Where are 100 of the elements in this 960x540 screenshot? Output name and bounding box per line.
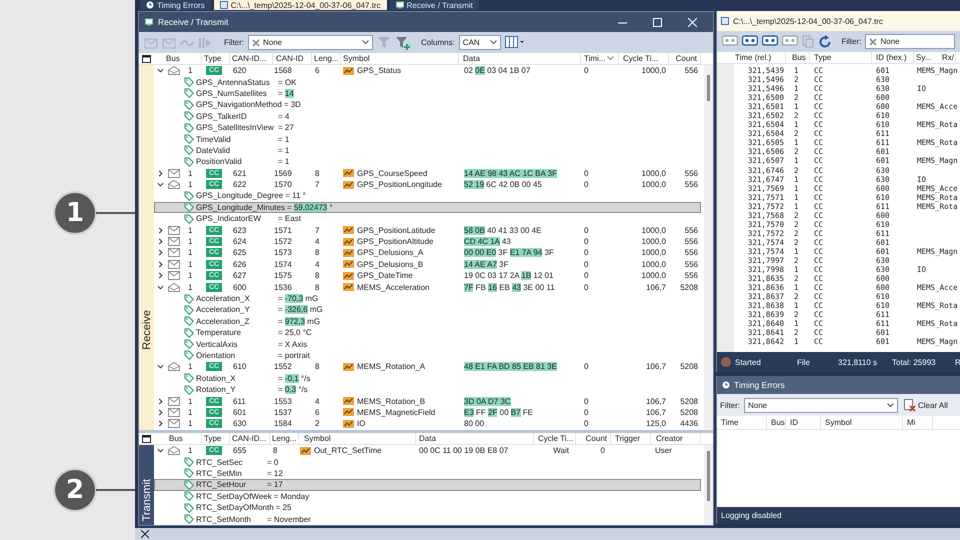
signal-row[interactable]: GPS_IndicatorEW = East — [154, 213, 701, 224]
document-tab[interactable]: C:\...\_temp\2025-12-04_00-37-06_047.trc — [214, 0, 387, 10]
column-header[interactable]: Count — [576, 433, 611, 444]
column-chooser-icon[interactable] — [142, 434, 151, 442]
signal-row[interactable]: GPS_Longitude_Degree = 11 ° — [154, 190, 701, 202]
chevron-icon[interactable] — [157, 238, 164, 246]
scrollbar[interactable] — [704, 65, 713, 430]
chevron-icon[interactable] — [157, 181, 164, 188]
refresh-icon[interactable] — [818, 34, 832, 48]
signal-row[interactable]: PositionValid = 1 — [154, 156, 701, 168]
signal-row[interactable]: Rotation_Y = 0,3 °/s — [154, 384, 701, 396]
close-icon[interactable] — [141, 530, 149, 538]
filter-dropdown[interactable]: None — [865, 34, 955, 49]
tag-icon — [184, 145, 194, 156]
table-cell-text: 1553 — [273, 396, 293, 406]
document-tab[interactable]: Receive / Transmit — [390, 0, 479, 10]
column-header[interactable]: CAN-ID — [273, 53, 312, 64]
column-header[interactable]: Creator — [651, 433, 701, 444]
signal-name: Rotation_X — [196, 374, 237, 383]
column-header[interactable]: Time — [717, 416, 767, 429]
column-header[interactable]: ID — [786, 416, 821, 429]
scrollbar[interactable] — [704, 445, 713, 525]
dropdown-caret-icon — [490, 40, 497, 45]
column-header[interactable]: Symbol — [299, 433, 416, 444]
column-header[interactable]: Trigger — [611, 433, 651, 444]
signal-row[interactable]: Acceleration_Z = 972,3 mG — [154, 316, 701, 327]
chevron-icon[interactable] — [157, 420, 164, 428]
signal-row[interactable]: RTC_SetDayOfMonth = 25 — [154, 502, 701, 514]
column-header[interactable]: CAN-ID... — [230, 53, 273, 64]
column-header[interactable]: ID (hex.) — [872, 52, 914, 63]
column-header[interactable]: Cycle Ti... — [619, 53, 669, 64]
tag-icon — [184, 202, 194, 212]
column-header[interactable]: Leng... — [270, 433, 299, 444]
chevron-icon[interactable] — [157, 249, 164, 256]
document-tab[interactable]: Timing Errors — [140, 0, 211, 10]
add-filter-icon[interactable] — [395, 36, 411, 50]
signal-row[interactable]: TimeValid = 1 — [154, 133, 701, 145]
columns-dropdown[interactable]: CAN — [458, 35, 501, 50]
column-header[interactable]: Sy... — [914, 52, 942, 63]
signal-row[interactable]: Acceleration_Y = -326,6 mG — [154, 304, 701, 316]
signal-row[interactable]: RTC_SetHour = 17 — [154, 479, 701, 491]
chevron-icon[interactable] — [157, 408, 164, 416]
table-cell-text: Wait — [552, 446, 570, 456]
column-header[interactable]: Symbol — [821, 416, 903, 429]
column-header[interactable]: Bus — [786, 52, 810, 63]
signal-row[interactable]: RTC_SetMin = 12 — [154, 468, 701, 480]
column-header[interactable]: Rx/ — [942, 52, 956, 63]
chevron-icon[interactable] — [157, 447, 164, 454]
filter-dropdown[interactable]: None — [744, 398, 898, 412]
column-header[interactable]: Time (rel.) — [734, 52, 786, 63]
chevron-icon[interactable] — [157, 284, 164, 291]
chevron-icon[interactable] — [157, 260, 164, 268]
chevron-icon[interactable] — [157, 363, 164, 370]
signal-row[interactable]: RTC_SetSec = 0 — [154, 456, 701, 468]
column-header[interactable]: Type — [810, 52, 872, 63]
signal-row[interactable]: GPS_SatellitesInView = 27 — [154, 122, 701, 134]
column-header[interactable]: Data — [459, 53, 581, 64]
column-header[interactable]: CAN-ID... — [230, 433, 270, 444]
chevron-icon[interactable] — [157, 398, 164, 405]
signal-row[interactable]: Orientation = portrait — [154, 350, 701, 362]
signal-row[interactable]: Temperature = 25,0 °C — [154, 326, 701, 338]
column-header[interactable]: Type — [202, 53, 230, 64]
signal-row[interactable]: RTC_SetDayOfWeek = Monday — [154, 490, 701, 502]
filter-dropdown[interactable]: None — [248, 35, 373, 50]
signal-row[interactable]: GPS_AntennaStatus = OK — [154, 76, 701, 88]
chevron-icon[interactable] — [157, 67, 164, 74]
column-header[interactable]: Data — [416, 433, 534, 444]
table-cell-text: 1 — [187, 282, 194, 292]
signal-row[interactable]: VerticalAxis = X Axis — [154, 338, 701, 350]
signal-value: = 14 — [278, 88, 294, 98]
signal-row[interactable]: GPS_Longitude_Minutes = 59,02473 ° — [154, 202, 701, 214]
signal-row[interactable]: GPS_NavigationMethod = 3D — [154, 99, 701, 111]
signal-row[interactable]: RTC_SetMonth = November — [154, 513, 701, 525]
tag-icon — [184, 316, 194, 326]
table-cell-text: 4 — [314, 396, 320, 406]
signal-row[interactable]: GPS_NumSatellites = 14 — [154, 88, 701, 100]
column-header[interactable]: Count — [669, 53, 701, 64]
column-header[interactable]: Type — [202, 433, 230, 444]
column-header[interactable]: Cycle Ti... — [534, 433, 576, 444]
column-header[interactable]: Leng... — [312, 53, 341, 64]
column-header[interactable]: Symbol — [341, 53, 459, 64]
table-cell-text: 0 — [583, 282, 590, 292]
signal-row[interactable]: Rotation_X = -0,1 °/s — [154, 372, 701, 384]
table-cell-text: 1552 — [273, 362, 293, 372]
signal-row[interactable]: GPS_TalkerID = 4 — [154, 110, 701, 122]
tape-icon[interactable] — [742, 35, 758, 48]
column-header[interactable]: Bus — [767, 416, 786, 429]
column-header[interactable]: Mi — [903, 416, 933, 429]
signal-row[interactable]: DateValid = 1 — [154, 144, 701, 156]
chevron-icon[interactable] — [157, 272, 164, 280]
signal-row[interactable]: Acceleration_X = -70,3 mG — [154, 292, 701, 304]
column-chooser-icon[interactable] — [142, 54, 151, 62]
clear-all-button[interactable]: Clear All — [902, 398, 950, 412]
column-header[interactable]: Bus — [154, 53, 202, 64]
column-settings-icon[interactable] — [504, 36, 525, 49]
chevron-icon[interactable] — [157, 226, 164, 234]
tape-icon[interactable] — [762, 35, 778, 48]
column-header[interactable]: Bus — [154, 433, 202, 444]
column-header[interactable]: Timi... — [581, 53, 619, 64]
chevron-icon[interactable] — [157, 170, 164, 177]
